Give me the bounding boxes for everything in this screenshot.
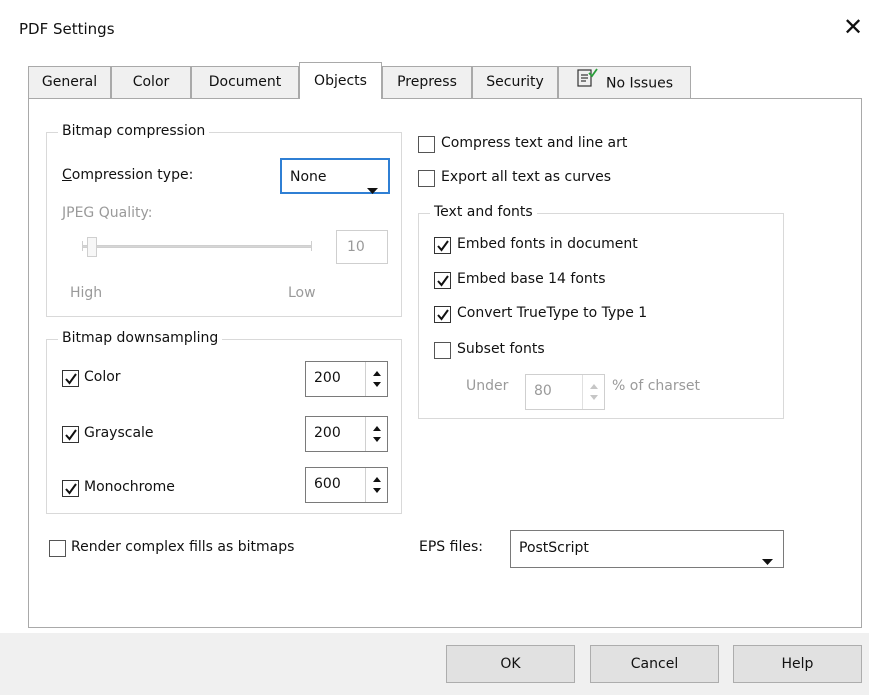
- export-text-curves-checkbox[interactable]: [418, 170, 435, 187]
- grayscale-dpi-spinner[interactable]: 200: [305, 416, 388, 452]
- compression-type-label-text: ompression type:: [71, 167, 194, 183]
- cancel-button[interactable]: Cancel: [590, 645, 719, 683]
- help-button[interactable]: Help: [733, 645, 862, 683]
- grayscale-dpi-value: 200: [314, 425, 341, 441]
- checkmark-icon: [65, 373, 77, 385]
- convert-truetype-label: Convert TrueType to Type 1: [457, 305, 648, 321]
- monochrome-checkbox[interactable]: [62, 480, 79, 497]
- slider-tick-start: [82, 241, 83, 251]
- convert-truetype-checkbox[interactable]: [434, 306, 451, 323]
- tab-document[interactable]: Document: [191, 66, 299, 98]
- subset-threshold-spin-buttons[interactable]: [582, 375, 604, 409]
- tab-no-issues-label: No Issues: [606, 75, 673, 92]
- spin-down-icon[interactable]: [590, 395, 598, 400]
- subset-threshold-value: 80: [534, 383, 552, 399]
- monochrome-dpi-spinner[interactable]: 600: [305, 467, 388, 503]
- compression-type-value: None: [290, 169, 327, 185]
- monochrome-label: Monochrome: [84, 479, 175, 495]
- color-dpi-spinner[interactable]: 200: [305, 361, 388, 397]
- subset-fonts-label: Subset fonts: [457, 341, 545, 357]
- embed-base14-checkbox[interactable]: [434, 272, 451, 289]
- spin-down-icon[interactable]: [373, 437, 381, 442]
- close-icon[interactable]: ✕: [843, 12, 863, 42]
- render-complex-fills-checkbox[interactable]: [49, 540, 66, 557]
- spin-up-icon[interactable]: [590, 384, 598, 389]
- checkmark-icon: [65, 429, 77, 441]
- jpeg-quality-label: JPEG Quality:: [62, 205, 153, 221]
- checkmark-icon: [65, 483, 77, 495]
- compress-text-checkbox[interactable]: [418, 136, 435, 153]
- under-label: Under: [466, 378, 509, 394]
- eps-files-value: PostScript: [519, 540, 589, 556]
- spin-down-icon[interactable]: [373, 382, 381, 387]
- color-dpi-spin-buttons[interactable]: [365, 362, 387, 396]
- dialog-title: PDF Settings: [19, 20, 115, 38]
- ok-button[interactable]: OK: [446, 645, 575, 683]
- tab-objects[interactable]: Objects: [299, 62, 382, 99]
- tab-security[interactable]: Security: [472, 66, 558, 98]
- chevron-down-icon: [762, 545, 773, 579]
- chevron-down-icon: [367, 174, 378, 208]
- monochrome-dpi-spin-buttons[interactable]: [365, 468, 387, 502]
- monochrome-dpi-value: 600: [314, 476, 341, 492]
- spin-down-icon[interactable]: [373, 488, 381, 493]
- embed-base14-label: Embed base 14 fonts: [457, 271, 606, 287]
- slider-tick-end: [311, 241, 312, 251]
- embed-fonts-checkbox[interactable]: [434, 237, 451, 254]
- charset-label: % of charset: [612, 378, 700, 394]
- color-label: Color: [84, 369, 121, 385]
- render-complex-fills-label: Render complex fills as bitmaps: [71, 539, 295, 555]
- text-and-fonts-title: Text and fonts: [430, 204, 537, 220]
- tab-no-issues[interactable]: No Issues: [558, 66, 691, 98]
- checkmark-icon: [437, 240, 449, 252]
- checkmark-icon: [437, 309, 449, 321]
- tab-general[interactable]: General: [28, 66, 111, 98]
- jpeg-low-label: Low: [288, 285, 316, 301]
- spin-up-icon[interactable]: [373, 477, 381, 482]
- compression-type-dropdown[interactable]: None: [280, 158, 390, 194]
- subset-fonts-checkbox[interactable]: [434, 342, 451, 359]
- checklist-icon: [576, 67, 598, 100]
- tab-color[interactable]: Color: [111, 66, 191, 98]
- eps-files-dropdown[interactable]: PostScript: [510, 530, 784, 568]
- grayscale-checkbox[interactable]: [62, 426, 79, 443]
- color-checkbox[interactable]: [62, 370, 79, 387]
- grayscale-dpi-spin-buttons[interactable]: [365, 417, 387, 451]
- compress-text-label: Compress text and line art: [441, 135, 628, 151]
- eps-files-label: EPS files:: [419, 539, 483, 555]
- jpeg-high-label: High: [70, 285, 103, 301]
- jpeg-quality-input[interactable]: 10: [336, 230, 388, 264]
- export-text-curves-label: Export all text as curves: [441, 169, 612, 185]
- embed-fonts-label: Embed fonts in document: [457, 236, 638, 252]
- subset-threshold-spinner[interactable]: 80: [525, 374, 605, 410]
- bitmap-compression-title: Bitmap compression: [58, 123, 210, 139]
- jpeg-quality-slider-track: [82, 245, 312, 248]
- jpeg-quality-value: 10: [347, 239, 365, 255]
- spin-up-icon[interactable]: [373, 371, 381, 376]
- pdf-settings-dialog: PDF Settings ✕ General Color Document Ob…: [0, 0, 869, 695]
- compression-type-label: Compression type:: [62, 167, 194, 183]
- jpeg-quality-slider-thumb[interactable]: [87, 237, 97, 257]
- tab-prepress[interactable]: Prepress: [382, 66, 472, 98]
- color-dpi-value: 200: [314, 370, 341, 386]
- checkmark-icon: [437, 275, 449, 287]
- spin-up-icon[interactable]: [373, 426, 381, 431]
- bitmap-downsampling-title: Bitmap downsampling: [58, 330, 223, 346]
- grayscale-label: Grayscale: [84, 425, 154, 441]
